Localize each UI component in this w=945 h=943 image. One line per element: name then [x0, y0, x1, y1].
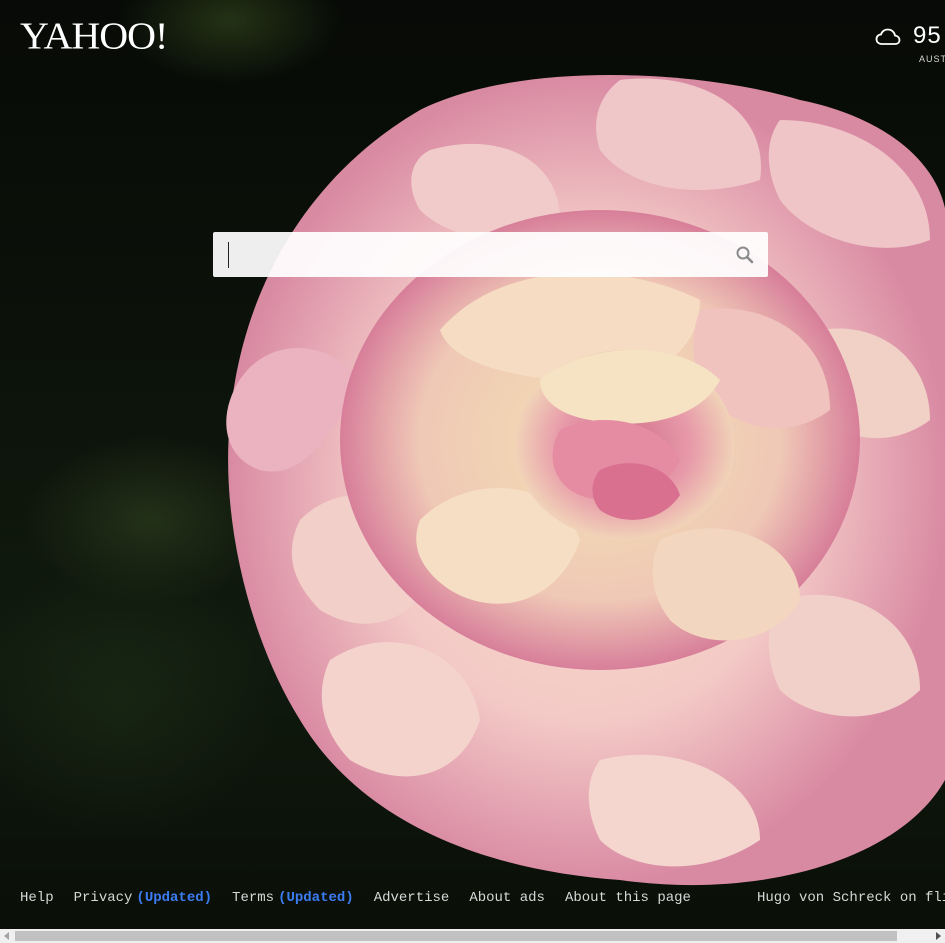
text-caret [228, 242, 229, 268]
cloud-icon [875, 28, 901, 51]
terms-label: Terms [232, 890, 275, 906]
search-icon [736, 246, 754, 264]
weather-widget[interactable]: 95 AUSTIN [875, 20, 945, 70]
terms-link[interactable]: Terms (Updated) [232, 890, 354, 906]
privacy-updated-badge: (Updated) [136, 890, 213, 906]
yahoo-logo[interactable]: YAHOO! [20, 17, 168, 55]
weather-city: AUSTIN [919, 54, 945, 64]
privacy-label: Privacy [73, 890, 133, 906]
search-input[interactable] [231, 232, 715, 279]
footer-links: Help Privacy (Updated) Terms (Updated) Advert… [20, 890, 711, 910]
search-box[interactable] [213, 232, 768, 279]
temperature: 95 [913, 22, 942, 49]
help-link[interactable]: Help [20, 890, 54, 906]
privacy-link[interactable]: Privacy (Updated) [74, 890, 212, 906]
rose-image [226, 75, 945, 886]
scrollbar-thumb[interactable] [15, 931, 897, 941]
search-button[interactable] [732, 242, 758, 268]
scroll-right-arrow-icon[interactable] [936, 932, 941, 940]
horizontal-scrollbar[interactable] [0, 929, 945, 943]
scroll-left-arrow-icon[interactable] [4, 932, 9, 940]
about-ads-link[interactable]: About ads [469, 890, 545, 906]
advertise-link[interactable]: Advertise [374, 890, 450, 906]
background-photo [0, 0, 945, 930]
photo-credit-link[interactable]: Hugo von Schreck on flickr [757, 890, 945, 906]
terms-updated-badge: (Updated) [278, 890, 354, 906]
about-page-link[interactable]: About this page [565, 890, 691, 906]
